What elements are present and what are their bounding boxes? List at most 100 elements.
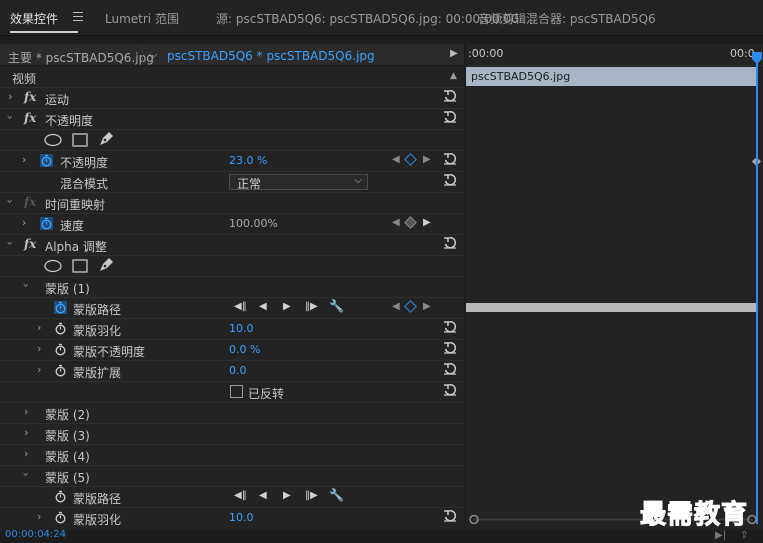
stopwatch-icon[interactable] [54, 363, 67, 378]
track-forward-one-icon[interactable]: ▶ [283, 301, 291, 312]
track-backward-one-icon[interactable]: ◀ [259, 490, 267, 501]
mask-2-row[interactable]: › 蒙版 (2) [0, 403, 464, 424]
stopwatch-icon[interactable] [54, 321, 67, 336]
add-keyframe-icon[interactable] [404, 216, 417, 229]
time-ruler[interactable]: :00:00 00:0 [466, 44, 763, 66]
playhead-handle-icon[interactable] [752, 52, 762, 64]
mask-opacity-row[interactable]: › 蒙版不透明度 0.0 % [0, 340, 464, 361]
mask-5-path-row[interactable]: 蒙版路径 ◀‖ ◀ ▶ ‖▶ 🔧 [0, 487, 464, 508]
track-backward-all-icon[interactable]: ◀‖ [234, 301, 247, 312]
reset-icon[interactable] [443, 341, 457, 355]
reset-icon[interactable] [443, 236, 457, 250]
mask-5-feather-row[interactable]: › 蒙版羽化 10.0 [0, 508, 464, 529]
effect-opacity[interactable]: › fx 不透明度 [0, 109, 464, 130]
reset-icon[interactable] [443, 110, 457, 124]
panel-menu-icon[interactable] [73, 12, 83, 24]
next-keyframe-icon[interactable]: ▶ [423, 154, 431, 165]
wrench-icon[interactable]: 🔧 [329, 299, 344, 313]
fx-icon[interactable]: fx [24, 111, 36, 125]
collapse-up-icon[interactable]: ▲ [450, 71, 457, 81]
wrench-icon[interactable]: 🔧 [329, 488, 344, 502]
opacity-value[interactable]: 23.0 % [229, 154, 267, 167]
chevron-down-icon[interactable]: › [20, 472, 33, 476]
add-keyframe-icon[interactable] [404, 153, 417, 166]
rectangle-mask-icon[interactable] [72, 133, 88, 147]
chevron-down-icon[interactable]: › [4, 241, 17, 245]
mask-5-row[interactable]: › 蒙版 (5) [0, 466, 464, 487]
track-backward-all-icon[interactable]: ◀‖ [234, 490, 247, 501]
speed-row[interactable]: › 速度 100.00% ◀ ▶ [0, 214, 464, 235]
stopwatch-icon-active[interactable] [54, 300, 67, 315]
chevron-right-icon[interactable]: › [37, 321, 41, 334]
mask-feather-value[interactable]: 10.0 [229, 322, 254, 335]
mask-3-row[interactable]: › 蒙版 (3) [0, 424, 464, 445]
tab-effect-controls[interactable]: 效果控件 [10, 10, 58, 27]
reset-icon[interactable] [443, 320, 457, 334]
playhead[interactable] [756, 54, 758, 524]
mask-1-row[interactable]: › 蒙版 (1) [0, 277, 464, 298]
reset-icon[interactable] [443, 383, 457, 397]
chevron-down-icon[interactable]: › [4, 115, 17, 119]
chevron-right-icon[interactable]: › [37, 363, 41, 376]
mask-expansion-value[interactable]: 0.0 [229, 364, 247, 377]
stopwatch-icon-active[interactable] [40, 153, 53, 168]
pen-mask-icon[interactable] [98, 131, 114, 147]
prev-keyframe-icon[interactable]: ◀ [392, 217, 400, 228]
opacity-param-row[interactable]: › 不透明度 23.0 % ◀ ▶ [0, 151, 464, 172]
stopwatch-icon[interactable] [54, 489, 67, 504]
reset-icon[interactable] [443, 173, 457, 187]
reset-icon[interactable] [443, 152, 457, 166]
stopwatch-icon[interactable] [54, 510, 67, 525]
filter-icon[interactable]: ▶| [715, 530, 726, 541]
mask-expansion-row[interactable]: › 蒙版扩展 0.0 [0, 361, 464, 382]
clip-bar[interactable]: pscSTBAD5Q6.jpg [466, 67, 758, 86]
stopwatch-icon-active[interactable] [40, 216, 53, 231]
current-timecode[interactable]: 00:00:04:24 [5, 529, 66, 540]
effect-time-remap[interactable]: › fx 时间重映射 [0, 193, 464, 214]
speed-value[interactable]: 100.00% [229, 217, 278, 230]
reset-icon[interactable] [443, 509, 457, 523]
tab-source-monitor[interactable]: 源: pscSTBAD5Q6: pscSTBAD5Q6.jpg: 00:00:0… [216, 10, 519, 27]
master-clip-tab[interactable]: 主要 * pscSTBAD5Q6.jpg [8, 49, 154, 66]
prev-keyframe-icon[interactable]: ◀ [392, 301, 400, 312]
blend-mode-select[interactable]: 正常 ⌵ [229, 174, 368, 191]
next-keyframe-icon[interactable]: ▶ [423, 301, 431, 312]
effect-alpha-adjust[interactable]: › fx Alpha 调整 [0, 235, 464, 256]
ellipse-mask-icon[interactable] [44, 259, 62, 273]
next-keyframe-icon[interactable]: ▶ [423, 217, 431, 228]
track-backward-one-icon[interactable]: ◀ [259, 301, 267, 312]
tab-lumetri-scopes[interactable]: Lumetri 范围 [105, 10, 179, 27]
track-forward-all-icon[interactable]: ‖▶ [305, 490, 318, 501]
prev-keyframe-icon[interactable]: ◀ [392, 154, 400, 165]
rectangle-mask-icon[interactable] [72, 259, 88, 273]
mask-opacity-value[interactable]: 0.0 % [229, 343, 260, 356]
tab-audio-clip-mixer[interactable]: 音频剪辑混合器: pscSTBAD5Q6 [478, 10, 656, 27]
chevron-down-icon[interactable]: › [4, 199, 17, 203]
mask-path-row[interactable]: 蒙版路径 ◀‖ ◀ ▶ ‖▶ 🔧 ◀ ▶ [0, 298, 464, 319]
track-forward-all-icon[interactable]: ‖▶ [305, 301, 318, 312]
add-keyframe-icon[interactable] [404, 300, 417, 313]
pen-mask-icon[interactable] [98, 257, 114, 273]
chevron-right-icon[interactable]: › [37, 510, 41, 523]
reset-icon[interactable] [443, 362, 457, 376]
inverted-checkbox[interactable] [230, 385, 243, 398]
effect-motion[interactable]: › fx 运动 [0, 88, 464, 109]
fx-icon[interactable]: fx [24, 237, 36, 251]
track-forward-one-icon[interactable]: ▶ [283, 490, 291, 501]
chevron-right-icon[interactable]: › [22, 153, 26, 166]
chevron-right-icon[interactable]: › [37, 342, 41, 355]
chevron-right-icon[interactable]: › [24, 405, 28, 418]
mask-path-keyframe-track[interactable] [466, 303, 756, 312]
chevron-right-icon[interactable]: › [22, 216, 26, 229]
mask-5-feather-value[interactable]: 10.0 [229, 511, 254, 524]
chevron-right-icon[interactable]: › [24, 426, 28, 439]
export-icon[interactable]: ⇪ [740, 530, 748, 541]
mask-feather-row[interactable]: › 蒙版羽化 10.0 [0, 319, 464, 340]
chevron-down-icon[interactable]: › [20, 283, 33, 287]
chevron-right-icon[interactable]: › [8, 90, 12, 103]
chevron-right-icon[interactable]: › [24, 447, 28, 460]
mask-4-row[interactable]: › 蒙版 (4) [0, 445, 464, 466]
fx-icon[interactable]: fx [24, 90, 36, 104]
sequence-clip-tab[interactable]: pscSTBAD5Q6 * pscSTBAD5Q6.jpg [167, 49, 375, 63]
stopwatch-icon[interactable] [54, 342, 67, 357]
